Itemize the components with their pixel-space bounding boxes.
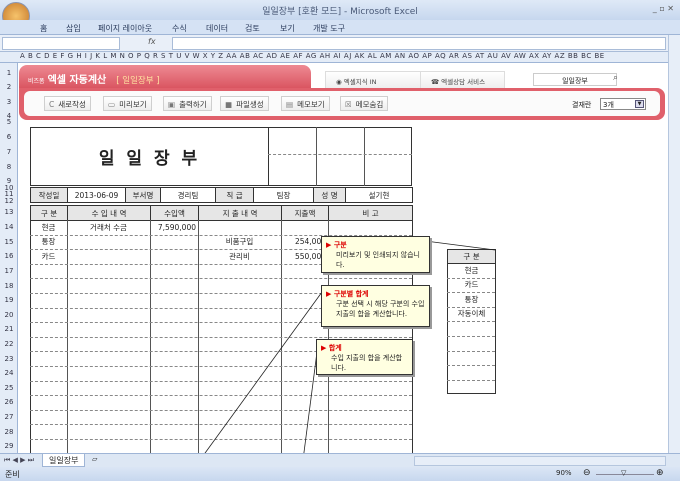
zoom-thumb[interactable]: ▽ bbox=[621, 469, 626, 477]
zoom-level[interactable]: 90% bbox=[556, 469, 572, 477]
note-category: 구분미리보기 및 인쇄되지 않습니다. bbox=[321, 236, 430, 273]
note-body: 미리보기 및 인쇄되지 않습니다. bbox=[336, 251, 420, 269]
note-total: 합계수입 지출의 합을 계산합니다. bbox=[316, 339, 413, 375]
note-body: 수입 지출의 합을 계산합니다. bbox=[331, 354, 403, 372]
note-title: 구분 bbox=[326, 240, 425, 250]
sheet-nav-buttons[interactable]: ⏮ ◀ ▶ ⏭ bbox=[4, 456, 34, 465]
note-body: 구분 선택 시 해당 구분의 수입 지출의 합을 계산합니다. bbox=[336, 300, 425, 318]
status-text: 준비 bbox=[5, 470, 20, 479]
status-bar: 준비 90% ⊖ ▽ ⊕ bbox=[0, 467, 680, 481]
sheet-tab-bar: ⏮ ◀ ▶ ⏭ 일일장부 ▱ bbox=[0, 453, 680, 467]
note-category-total: 구분별 합계구분 선택 시 해당 구분의 수입 지출의 합을 계산합니다. bbox=[321, 285, 430, 327]
note-title: 구분별 합계 bbox=[326, 289, 425, 299]
insert-sheet-icon[interactable]: ▱ bbox=[92, 455, 97, 463]
sheet-tab[interactable]: 일일장부 bbox=[42, 454, 86, 467]
zoom-out-icon[interactable]: ⊖ bbox=[583, 468, 591, 478]
horizontal-scrollbar[interactable] bbox=[414, 456, 666, 466]
note-title: 합계 bbox=[321, 343, 408, 353]
zoom-in-icon[interactable]: ⊕ bbox=[656, 468, 664, 478]
